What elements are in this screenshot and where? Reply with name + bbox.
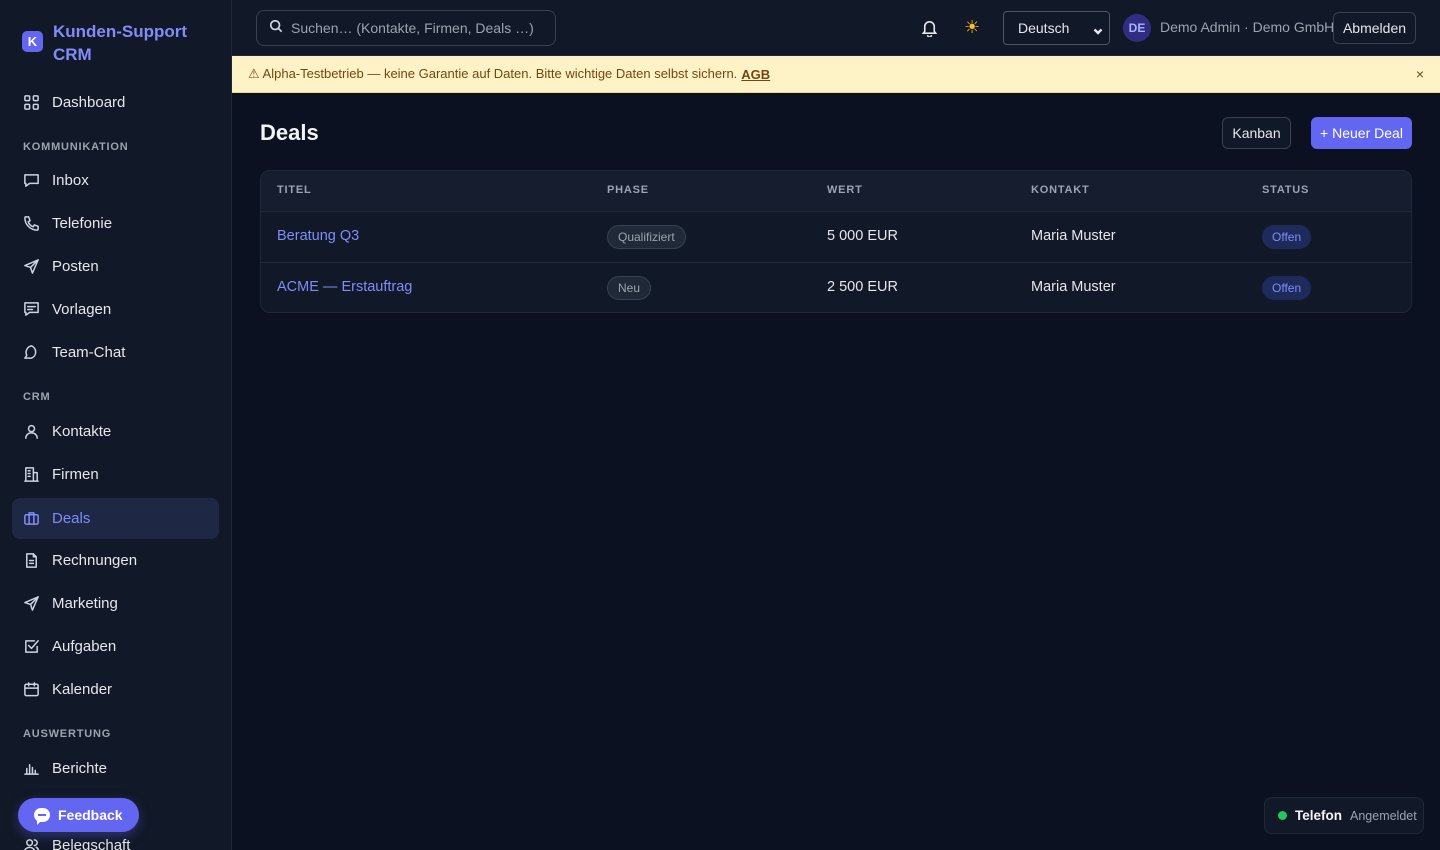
sidebar-item-label: Kalender [52,681,113,698]
feedback-label: Feedback [58,807,123,823]
top-header: ☀ Deutsch DE Demo Admin · Demo GmbH Abme… [232,0,1440,56]
brand[interactable]: K Kunden-Support CRM [0,0,231,80]
sidebar-item-label: Marketing [52,595,118,612]
brand-logo: K [22,31,43,52]
column-header-wert[interactable]: WERT [827,184,863,196]
deals-table: TITEL PHASE WERT KONTAKT STATUS Beratung… [260,170,1412,313]
table-row[interactable]: ACME — Erstauftrag Neu 2 500 EUR Maria M… [261,263,1411,312]
sidebar-item-label: Vorlagen [52,301,112,318]
search-icon [269,19,283,38]
dashboard-icon [23,94,40,111]
sidebar-item-kontakte[interactable]: Kontakte [12,411,219,452]
sidebar-item-label: Team-Chat [52,344,126,361]
deal-value: 5 000 EUR [827,228,898,244]
search-input[interactable] [291,20,551,36]
invoice-icon [23,552,40,569]
avatar[interactable]: DE [1123,14,1151,42]
kanban-button[interactable]: Kanban [1222,117,1291,149]
deal-title-link[interactable]: ACME — Erstauftrag [277,279,412,295]
deal-contact: Maria Muster [1031,279,1116,295]
sidebar-item-label: Kontakte [52,423,112,440]
banner-text: ⚠ Alpha-Testbetrieb — keine Garantie auf… [248,66,738,81]
sidebar-item-label: Belegschaft [52,837,131,850]
phone-icon [23,215,40,232]
send-icon [23,595,40,612]
sidebar-item-label: Posten [52,258,99,275]
sidebar-item-telefonie[interactable]: Telefonie [12,203,219,244]
sidebar-item-posten[interactable]: Posten [12,246,219,287]
alpha-warning-banner: ⚠ Alpha-Testbetrieb — keine Garantie auf… [232,56,1440,93]
chat-bubble-icon [34,808,50,825]
phone-status-widget[interactable]: Telefon Angemeldet [1264,797,1424,834]
sidebar-item-deals[interactable]: Deals [12,498,219,539]
building-icon [23,466,40,483]
sidebar-item-inbox[interactable]: Inbox [12,160,219,201]
sidebar: K Kunden-Support CRM Dashboard KOMMUNIKA… [0,0,232,850]
language-selected-value: Deutsch [1018,20,1070,36]
column-header-status[interactable]: STATUS [1262,184,1309,196]
sidebar-item-kalender[interactable]: Kalender [12,669,219,710]
new-deal-button[interactable]: + Neuer Deal [1311,117,1412,149]
template-icon [23,301,40,318]
theme-toggle-sun-icon[interactable]: ☀ [964,17,980,37]
close-icon[interactable]: × [1416,66,1424,82]
sidebar-item-firmen[interactable]: Firmen [12,454,219,495]
search-box[interactable] [256,10,556,46]
deal-contact: Maria Muster [1031,228,1116,244]
phase-badge: Neu [607,276,652,300]
nav-section-crm: CRM [23,391,51,403]
chat-icon [23,344,40,361]
sidebar-item-team-chat[interactable]: Team-Chat [12,332,219,373]
agb-link[interactable]: AGB [741,67,770,82]
sidebar-item-label: Firmen [52,466,99,483]
inbox-icon [23,172,40,189]
user-icon [23,423,40,440]
sidebar-item-berichte[interactable]: Berichte [12,748,219,789]
nav-section-kommunikation: KOMMUNIKATION [23,141,129,153]
sidebar-item-label: Rechnungen [52,552,138,569]
status-badge: Offen [1262,225,1312,249]
sidebar-item-label: Deals [52,510,91,527]
sidebar-item-label: Telefonie [52,215,113,232]
sidebar-item-rechnungen[interactable]: Rechnungen [12,540,219,581]
brand-name: Kunden-Support CRM [53,22,188,64]
users-icon [23,837,40,850]
table-header: TITEL PHASE WERT KONTAKT STATUS [261,171,1411,212]
sidebar-item-label: Dashboard [52,94,126,111]
logout-button[interactable]: Abmelden [1333,12,1416,44]
page-title: Deals [260,120,319,145]
column-header-phase[interactable]: PHASE [607,184,649,196]
nav-section-auswertung: AUSWERTUNG [23,728,112,740]
online-status-dot [1278,811,1287,820]
checkbox-icon [23,638,40,655]
sidebar-item-label: Berichte [52,760,108,777]
column-header-kontakt[interactable]: KONTAKT [1031,184,1090,196]
phone-widget-label: Telefon [1295,808,1342,823]
briefcase-icon [23,510,40,527]
bar-chart-icon [23,760,40,777]
calendar-icon [23,681,40,698]
notifications-bell-icon[interactable] [920,18,940,38]
table-row[interactable]: Beratung Q3 Qualifiziert 5 000 EUR Maria… [261,212,1411,263]
sidebar-item-marketing[interactable]: Marketing [12,583,219,624]
phone-widget-status: Angemeldet [1350,808,1417,823]
sidebar-item-dashboard[interactable]: Dashboard [12,82,219,123]
sidebar-item-label: Aufgaben [52,638,117,655]
send-icon [23,258,40,275]
deal-title-link[interactable]: Beratung Q3 [277,228,359,244]
language-select[interactable]: Deutsch [1003,11,1110,45]
feedback-button[interactable]: Feedback [18,798,139,832]
deal-value: 2 500 EUR [827,279,898,295]
sidebar-item-aufgaben[interactable]: Aufgaben [12,626,219,667]
status-badge: Offen [1262,276,1312,300]
sidebar-item-vorlagen[interactable]: Vorlagen [12,289,219,330]
chevron-down-icon [1093,23,1103,35]
user-label: Demo Admin · Demo GmbH [1160,19,1335,35]
column-header-titel[interactable]: TITEL [277,184,312,196]
phase-badge: Qualifiziert [607,225,686,249]
sidebar-item-label: Inbox [52,172,89,189]
